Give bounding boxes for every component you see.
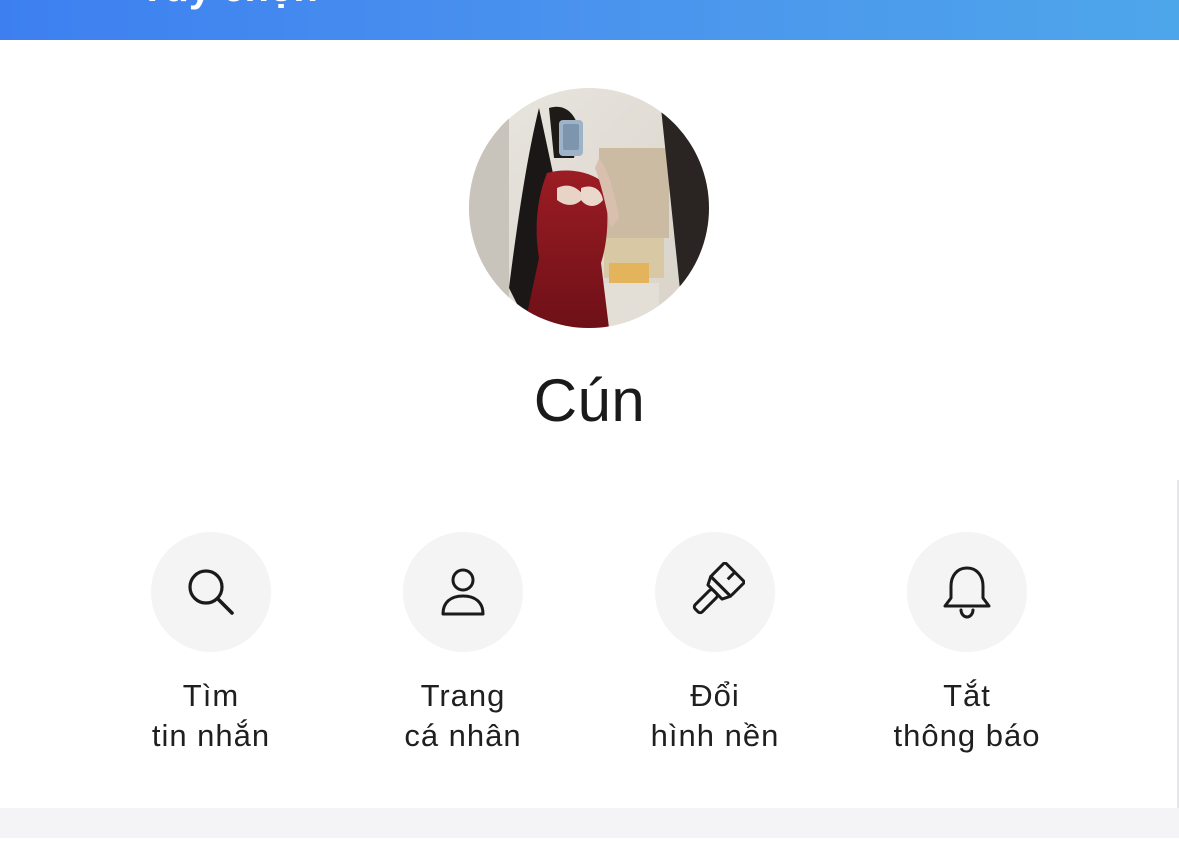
section-separator <box>0 808 1179 838</box>
search-icon <box>188 569 234 615</box>
avatar[interactable] <box>469 88 709 328</box>
change-wallpaper-button[interactable]: Đổi hình nền <box>589 532 841 756</box>
change-wallpaper-circle[interactable] <box>655 532 775 652</box>
profile-page-button[interactable]: Trang cá nhân <box>337 532 589 756</box>
mute-notifications-circle[interactable] <box>907 532 1027 652</box>
bell-icon <box>943 566 991 619</box>
paintbrush-icon <box>692 562 745 615</box>
avatar-image <box>469 88 709 328</box>
mute-notifications-label: Tắt thông báo <box>893 678 1041 753</box>
header-title: Tùy chọn <box>140 0 318 11</box>
profile-page-circle[interactable] <box>403 532 523 652</box>
header-bar: Tùy chọn <box>0 0 1179 40</box>
change-wallpaper-label: Đổi hình nền <box>650 678 780 753</box>
search-messages-circle[interactable] <box>151 532 271 652</box>
quick-actions: Tìm tin nhắn Trang cá nhân Đổi hình nền … <box>0 532 1179 762</box>
profile-name: Cún <box>533 367 646 434</box>
mute-notifications-button[interactable]: Tắt thông báo <box>841 532 1093 756</box>
search-messages-button[interactable]: Tìm tin nhắn <box>85 532 337 756</box>
profile-page-label: Trang cá nhân <box>404 678 522 753</box>
person-icon <box>441 568 485 616</box>
search-messages-label: Tìm tin nhắn <box>151 678 271 753</box>
